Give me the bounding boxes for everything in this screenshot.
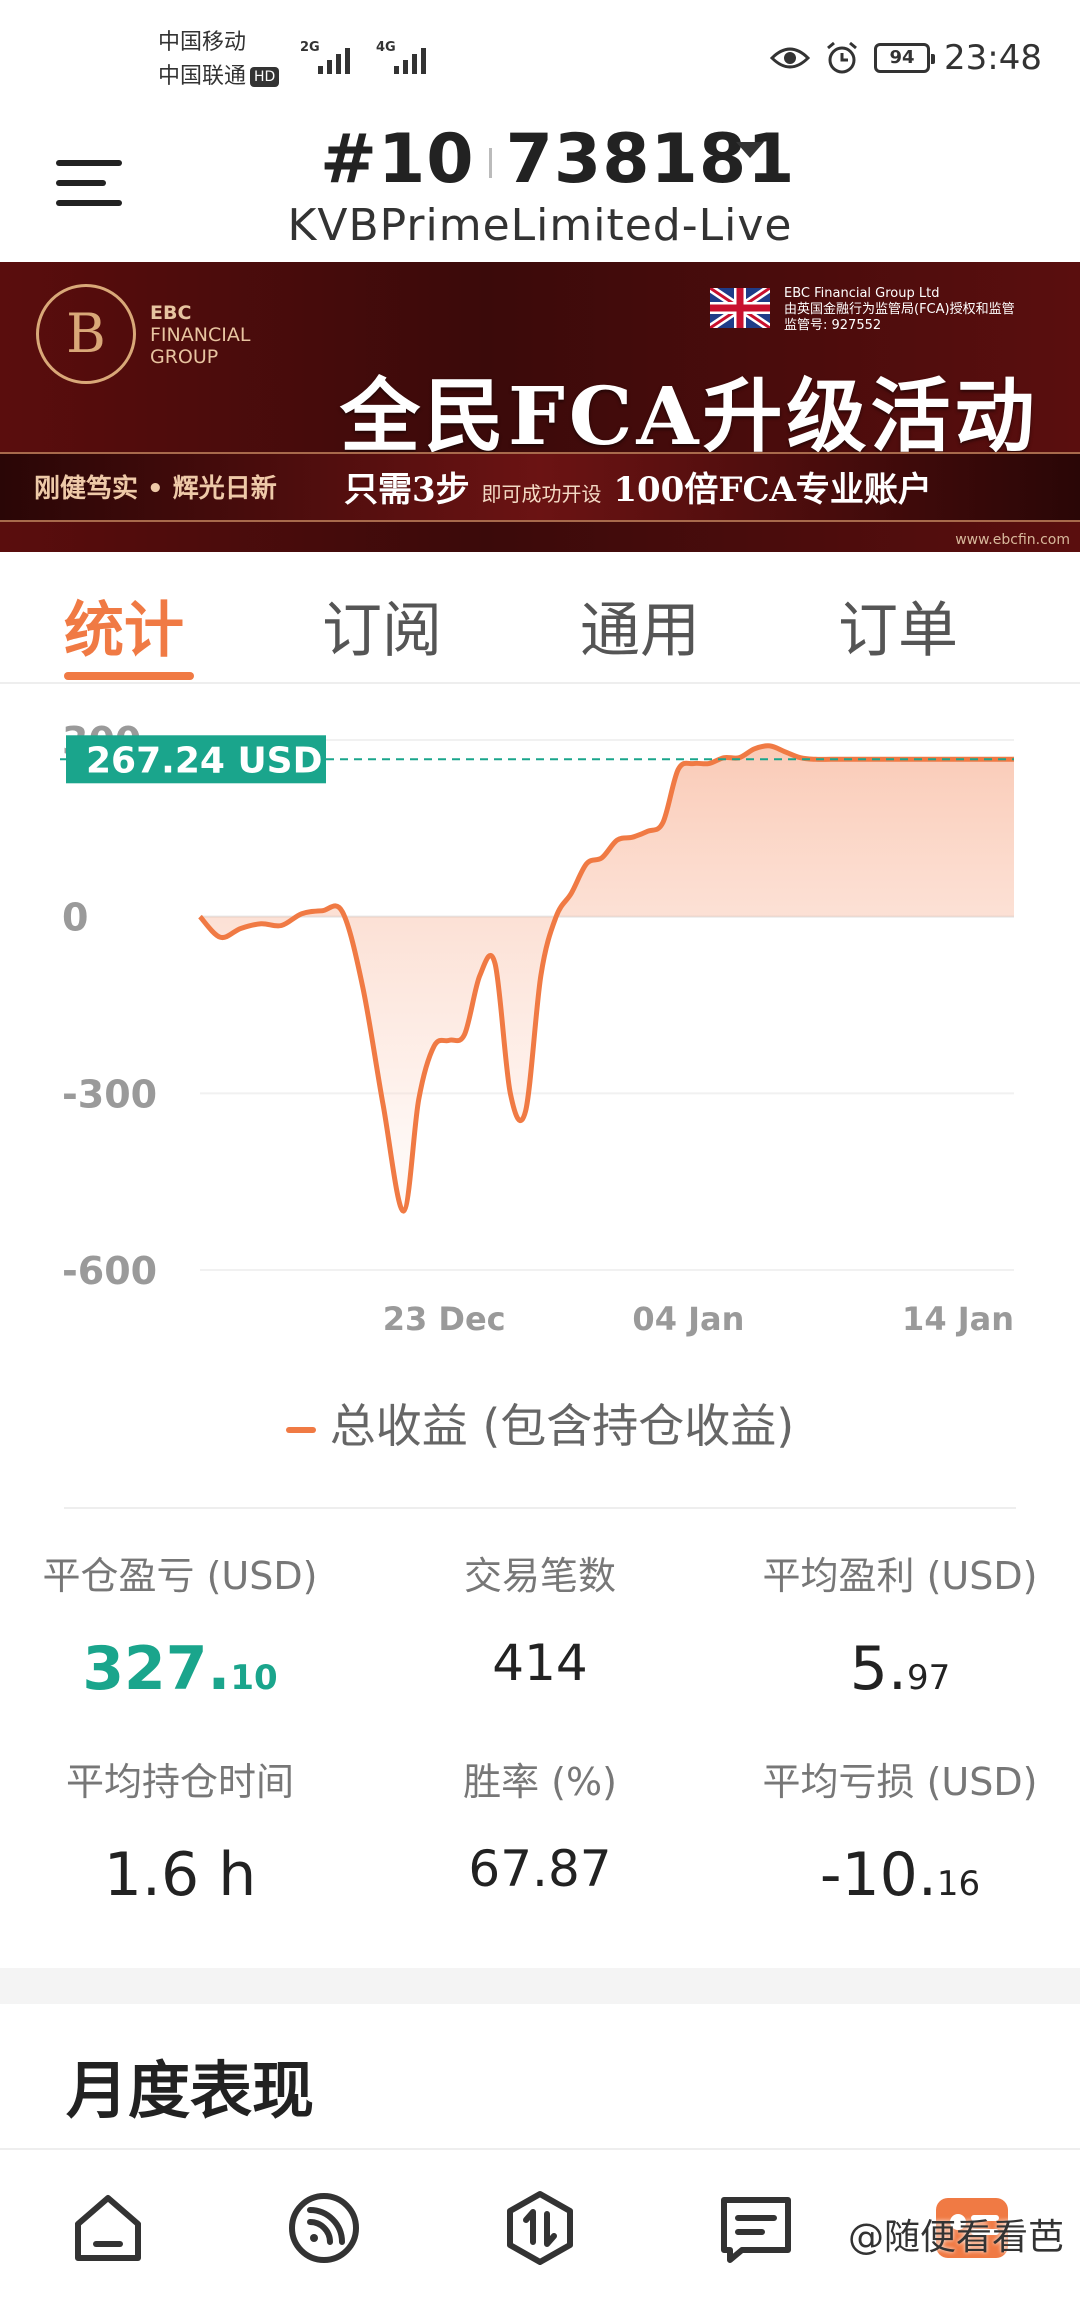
eye-icon — [770, 47, 811, 69]
network-type-2: 4G — [376, 40, 396, 55]
nav-feed[interactable] — [284, 2188, 364, 2268]
x-tick-label: 04 Jan — [632, 1300, 744, 1338]
bottom-nav: @随便看看芭 — [0, 2148, 1080, 2310]
tab-statistics[interactable]: 统计 — [64, 582, 184, 669]
server-name: KVBPrimeLimited-Live — [287, 200, 793, 251]
menu-icon — [56, 160, 122, 166]
x-tick-label: 14 Jan — [902, 1300, 1014, 1338]
banner-url: www.ebcfin.com — [955, 532, 1070, 548]
section-gap — [0, 1968, 1080, 2004]
regulator-info: EBC Financial Group Ltd 由英国金融行为监管局(FCA)授… — [784, 286, 1015, 333]
carrier-2: 中国联通 — [158, 64, 247, 89]
stat-avg-hold: 平均持仓时间 1.6 h — [0, 1751, 360, 1910]
status-right: 94 23:48 — [770, 38, 1042, 78]
banner-slogan: 刚健笃实 • 辉光日新 — [34, 474, 277, 504]
brand-name: EBC FINANCIAL GROUP — [150, 302, 251, 368]
carrier-info: 中国移动 中国联通 HD — [158, 26, 280, 94]
divider — [64, 1507, 1016, 1509]
stat-label: 平仓盈亏 (USD) — [42, 1554, 318, 1598]
section-title: 月度表现 — [66, 2054, 315, 2127]
hd-badge: HD — [250, 67, 280, 87]
stat-value: 67.87 — [468, 1840, 612, 1898]
profit-chart[interactable]: 3000-300-600267.24 USD23 Dec04 Jan14 Jan… — [0, 690, 1080, 1510]
feed-icon — [289, 2193, 359, 2263]
stat-closed-pl: 平仓盈亏 (USD) 327.10 — [0, 1545, 360, 1704]
ebc-logo: B — [36, 284, 136, 384]
tab-indicator — [64, 672, 194, 680]
stat-win-rate: 胜率 (%) 67.87 — [360, 1751, 720, 1898]
area-fill — [200, 745, 1014, 1212]
network-type-1: 2G — [300, 40, 320, 55]
current-value-label: 267.24 USD — [86, 740, 323, 781]
y-tick-label: 0 — [62, 896, 88, 940]
stat-value: 5.97 — [849, 1634, 951, 1704]
banner-strip: 刚健笃实 • 辉光日新 只需3步 即可成功开设 100倍FCA专业账户 — [0, 452, 1080, 522]
legend-swatch — [285, 1426, 316, 1433]
chart-legend: 总收益 (包含持仓收益) — [0, 1390, 1080, 1456]
signal-icon: 2G — [300, 40, 358, 74]
banner-offer: 只需3步 即可成功开设 100倍FCA专业账户 — [344, 470, 932, 510]
home-icon — [75, 2195, 141, 2261]
stat-label: 平均盈利 (USD) — [762, 1554, 1038, 1598]
status-bar: 中国移动 中国联通 HD 2G 4G 94 23:48 — [0, 0, 1080, 120]
stat-value: 1.6 h — [103, 1840, 257, 1910]
alarm-icon — [827, 41, 857, 74]
stat-label: 平均持仓时间 — [65, 1760, 294, 1804]
stat-value: 414 — [492, 1634, 588, 1692]
message-icon — [721, 2197, 791, 2263]
uk-flag-icon — [710, 288, 770, 328]
account-number: 738181 — [505, 120, 796, 199]
trade-icon — [507, 2191, 573, 2265]
app-header: #10 738181 KVBPrimeLimited-Live — [0, 120, 1080, 262]
signal-icon: 4G — [376, 40, 434, 74]
tab-general[interactable]: 通用 — [580, 582, 700, 669]
stats-grid: 平仓盈亏 (USD) 327.10 交易笔数 414 平均盈利 (USD) 5.… — [0, 1545, 1080, 1965]
account-title[interactable]: #10 738181 — [320, 120, 796, 199]
nav-trade[interactable] — [500, 2188, 580, 2268]
carrier-1: 中国移动 — [158, 30, 247, 55]
stat-avg-profit: 平均盈利 (USD) 5.97 — [720, 1545, 1080, 1704]
legend-label: 总收益 (包含持仓收益) — [329, 1399, 795, 1453]
signal-indicators: 2G 4G — [300, 40, 434, 74]
stat-label: 交易笔数 — [463, 1554, 616, 1598]
stat-value: -10.16 — [819, 1840, 981, 1910]
account-rank: #10 — [320, 120, 475, 199]
y-tick-label: -600 — [62, 1249, 157, 1293]
stat-trades: 交易笔数 414 — [360, 1545, 720, 1692]
battery-icon: 94 — [874, 43, 936, 73]
clock: 23:48 — [944, 38, 1042, 78]
chevron-down-icon[interactable] — [736, 142, 764, 158]
stat-label: 胜率 (%) — [463, 1760, 617, 1804]
tab-subscribe[interactable]: 订阅 — [322, 582, 442, 669]
promo-banner[interactable]: B EBC FINANCIAL GROUP EBC Financial Grou… — [0, 262, 1080, 552]
tab-bar: 统计 订阅 通用 订单 — [0, 552, 1080, 684]
stat-avg-loss: 平均亏损 (USD) -10.16 — [720, 1751, 1080, 1910]
watermark: @随便看看芭 — [847, 2217, 1064, 2258]
nav-home[interactable] — [68, 2188, 148, 2268]
stat-value: 327.10 — [82, 1634, 278, 1704]
banner-title: 全民FCA升级活动 — [340, 369, 1039, 463]
profit-chart-svg: 3000-300-600267.24 USD23 Dec04 Jan14 Jan — [60, 719, 1014, 1338]
tab-orders[interactable]: 订单 — [838, 582, 958, 669]
y-tick-label: -300 — [62, 1072, 157, 1116]
x-tick-label: 23 Dec — [383, 1300, 506, 1338]
stat-label: 平均亏损 (USD) — [762, 1760, 1038, 1804]
nav-messages[interactable] — [716, 2188, 796, 2268]
